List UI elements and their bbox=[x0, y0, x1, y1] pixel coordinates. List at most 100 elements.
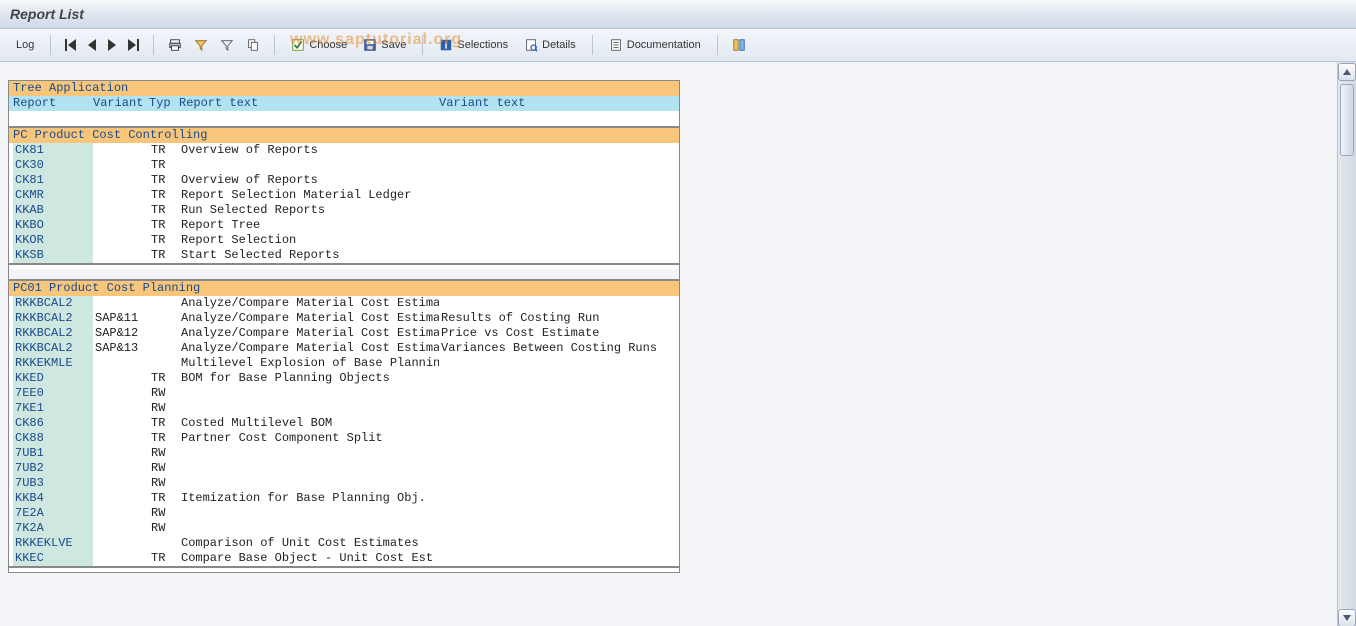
nav-prev-icon bbox=[88, 39, 96, 51]
scroll-down-button[interactable] bbox=[1338, 609, 1356, 626]
table-row[interactable]: 7UB2RW bbox=[9, 461, 679, 476]
save-button[interactable]: Save bbox=[357, 34, 412, 56]
table-row[interactable]: KKABTRRun Selected Reports bbox=[9, 203, 679, 218]
cell-typ bbox=[151, 536, 179, 551]
table-row[interactable]: CK81TROverview of Reports bbox=[9, 173, 679, 188]
cell-report: 7UB2 bbox=[13, 461, 93, 476]
cell-variant-text bbox=[441, 386, 675, 401]
cell-report: KKED bbox=[13, 371, 93, 386]
vertical-scrollbar[interactable] bbox=[1337, 62, 1356, 626]
cell-variant-text bbox=[441, 296, 675, 311]
cell-typ bbox=[151, 296, 179, 311]
table-row[interactable]: 7KE1RW bbox=[9, 401, 679, 416]
details-button[interactable]: Details bbox=[518, 34, 582, 56]
nav-prev-button[interactable] bbox=[84, 34, 100, 56]
table-row[interactable]: RKKBCAL2SAP&12Analyze/Compare Material C… bbox=[9, 326, 679, 341]
cell-typ: TR bbox=[151, 248, 179, 263]
table-row[interactable]: RKKBCAL2SAP&13Analyze/Compare Material C… bbox=[9, 341, 679, 356]
group-header: PC01 Product Cost Planning bbox=[9, 279, 679, 296]
log-button[interactable]: Log bbox=[10, 34, 40, 56]
cell-variant-text bbox=[441, 491, 675, 506]
report-panel: Tree Application Report Variant Typ Repo… bbox=[8, 80, 680, 573]
cell-variant: SAP&13 bbox=[95, 341, 149, 356]
selections-button[interactable]: i Selections bbox=[433, 34, 514, 56]
table-row[interactable]: 7E2ARW bbox=[9, 506, 679, 521]
cell-variant-text bbox=[441, 446, 675, 461]
cell-typ: RW bbox=[151, 521, 179, 536]
info-icon: i bbox=[439, 38, 453, 52]
table-row[interactable]: RKKBCAL2Analyze/Compare Material Cost Es… bbox=[9, 296, 679, 311]
cell-report: RKKEKMLE bbox=[13, 356, 93, 371]
cell-report-text: Analyze/Compare Material Cost Estimates bbox=[181, 311, 439, 326]
cell-report: KKB4 bbox=[13, 491, 93, 506]
cell-variant bbox=[95, 233, 149, 248]
cell-typ: TR bbox=[151, 218, 179, 233]
cell-report-text: Costed Multilevel BOM bbox=[181, 416, 439, 431]
cell-report-text: Analyze/Compare Material Cost Estimates bbox=[181, 341, 439, 356]
nav-last-button[interactable] bbox=[124, 34, 143, 56]
cell-report-text bbox=[181, 158, 439, 173]
choose-label: Choose bbox=[309, 39, 347, 51]
cell-report-text: Overview of Reports bbox=[181, 143, 439, 158]
cell-report: RKKBCAL2 bbox=[13, 296, 93, 311]
cell-variant bbox=[95, 371, 149, 386]
table-row[interactable]: CK30TR bbox=[9, 158, 679, 173]
filter-button[interactable] bbox=[190, 34, 212, 56]
cell-report-text bbox=[181, 446, 439, 461]
copy-button[interactable] bbox=[242, 34, 264, 56]
table-row[interactable]: RKKEKLVE Comparison of Unit Cost Estimate… bbox=[9, 536, 679, 551]
table-row[interactable]: 7UB1RW bbox=[9, 446, 679, 461]
cell-variant: SAP&11 bbox=[95, 311, 149, 326]
print-button[interactable] bbox=[164, 34, 186, 56]
col-report: Report bbox=[13, 96, 93, 111]
table-row[interactable]: RKKBCAL2SAP&11Analyze/Compare Material C… bbox=[9, 311, 679, 326]
cell-report: CK30 bbox=[13, 158, 93, 173]
cell-variant bbox=[95, 446, 149, 461]
cell-report: 7UB3 bbox=[13, 476, 93, 491]
table-row[interactable]: CKMRTRReport Selection Material Ledger bbox=[9, 188, 679, 203]
table-row[interactable]: KKB4TRItemization for Base Planning Obj. bbox=[9, 491, 679, 506]
table-row[interactable]: KKORTRReport Selection bbox=[9, 233, 679, 248]
groups-container: PC Product Cost ControllingCK81TROvervie… bbox=[9, 126, 679, 572]
cell-report-text: Overview of Reports bbox=[181, 173, 439, 188]
table-row[interactable]: CK81TROverview of Reports bbox=[9, 143, 679, 158]
table-row[interactable]: 7UB3RW bbox=[9, 476, 679, 491]
table-row[interactable]: KKEDTRBOM for Base Planning Objects bbox=[9, 371, 679, 386]
cell-report-text bbox=[181, 461, 439, 476]
col-variant: Variant bbox=[93, 96, 149, 111]
table-row[interactable]: KKBOTRReport Tree bbox=[9, 218, 679, 233]
scroll-track[interactable] bbox=[1338, 82, 1356, 608]
save-icon bbox=[363, 38, 377, 52]
table-row[interactable]: CK86TRCosted Multilevel BOM bbox=[9, 416, 679, 431]
table-row[interactable]: CK88TRPartner Cost Component Split bbox=[9, 431, 679, 446]
table-row[interactable]: KKECTRCompare Base Object - Unit Cost Es… bbox=[9, 551, 679, 566]
table-row[interactable]: 7EE0RW bbox=[9, 386, 679, 401]
cell-variant-text bbox=[441, 416, 675, 431]
separator bbox=[153, 35, 154, 55]
details-icon bbox=[524, 38, 538, 52]
cell-report: CK86 bbox=[13, 416, 93, 431]
col-variant-text: Variant text bbox=[439, 96, 675, 111]
cell-report: KKBO bbox=[13, 218, 93, 233]
cell-report-text: Comparison of Unit Cost Estimates bbox=[181, 536, 439, 551]
table-row[interactable]: 7K2ARW bbox=[9, 521, 679, 536]
scroll-thumb[interactable] bbox=[1340, 84, 1354, 156]
cell-variant-text bbox=[441, 233, 675, 248]
filter2-button[interactable] bbox=[216, 34, 238, 56]
table-row[interactable]: KKSBTRStart Selected Reports bbox=[9, 248, 679, 263]
cell-report: RKKEKLVE bbox=[13, 536, 93, 551]
layout-button[interactable] bbox=[728, 34, 750, 56]
table-row[interactable]: RKKEKMLEMultilevel Explosion of Base Pla… bbox=[9, 356, 679, 371]
cell-report: CK81 bbox=[13, 143, 93, 158]
choose-button[interactable]: Choose bbox=[285, 34, 353, 56]
cell-variant-text bbox=[441, 551, 675, 566]
nav-next-button[interactable] bbox=[104, 34, 120, 56]
documentation-button[interactable]: Documentation bbox=[603, 34, 707, 56]
group-gap bbox=[9, 269, 679, 279]
save-label: Save bbox=[381, 39, 406, 51]
details-label: Details bbox=[542, 39, 576, 51]
nav-first-button[interactable] bbox=[61, 34, 80, 56]
cell-report: 7EE0 bbox=[13, 386, 93, 401]
scroll-up-button[interactable] bbox=[1338, 63, 1356, 81]
cell-report: KKOR bbox=[13, 233, 93, 248]
